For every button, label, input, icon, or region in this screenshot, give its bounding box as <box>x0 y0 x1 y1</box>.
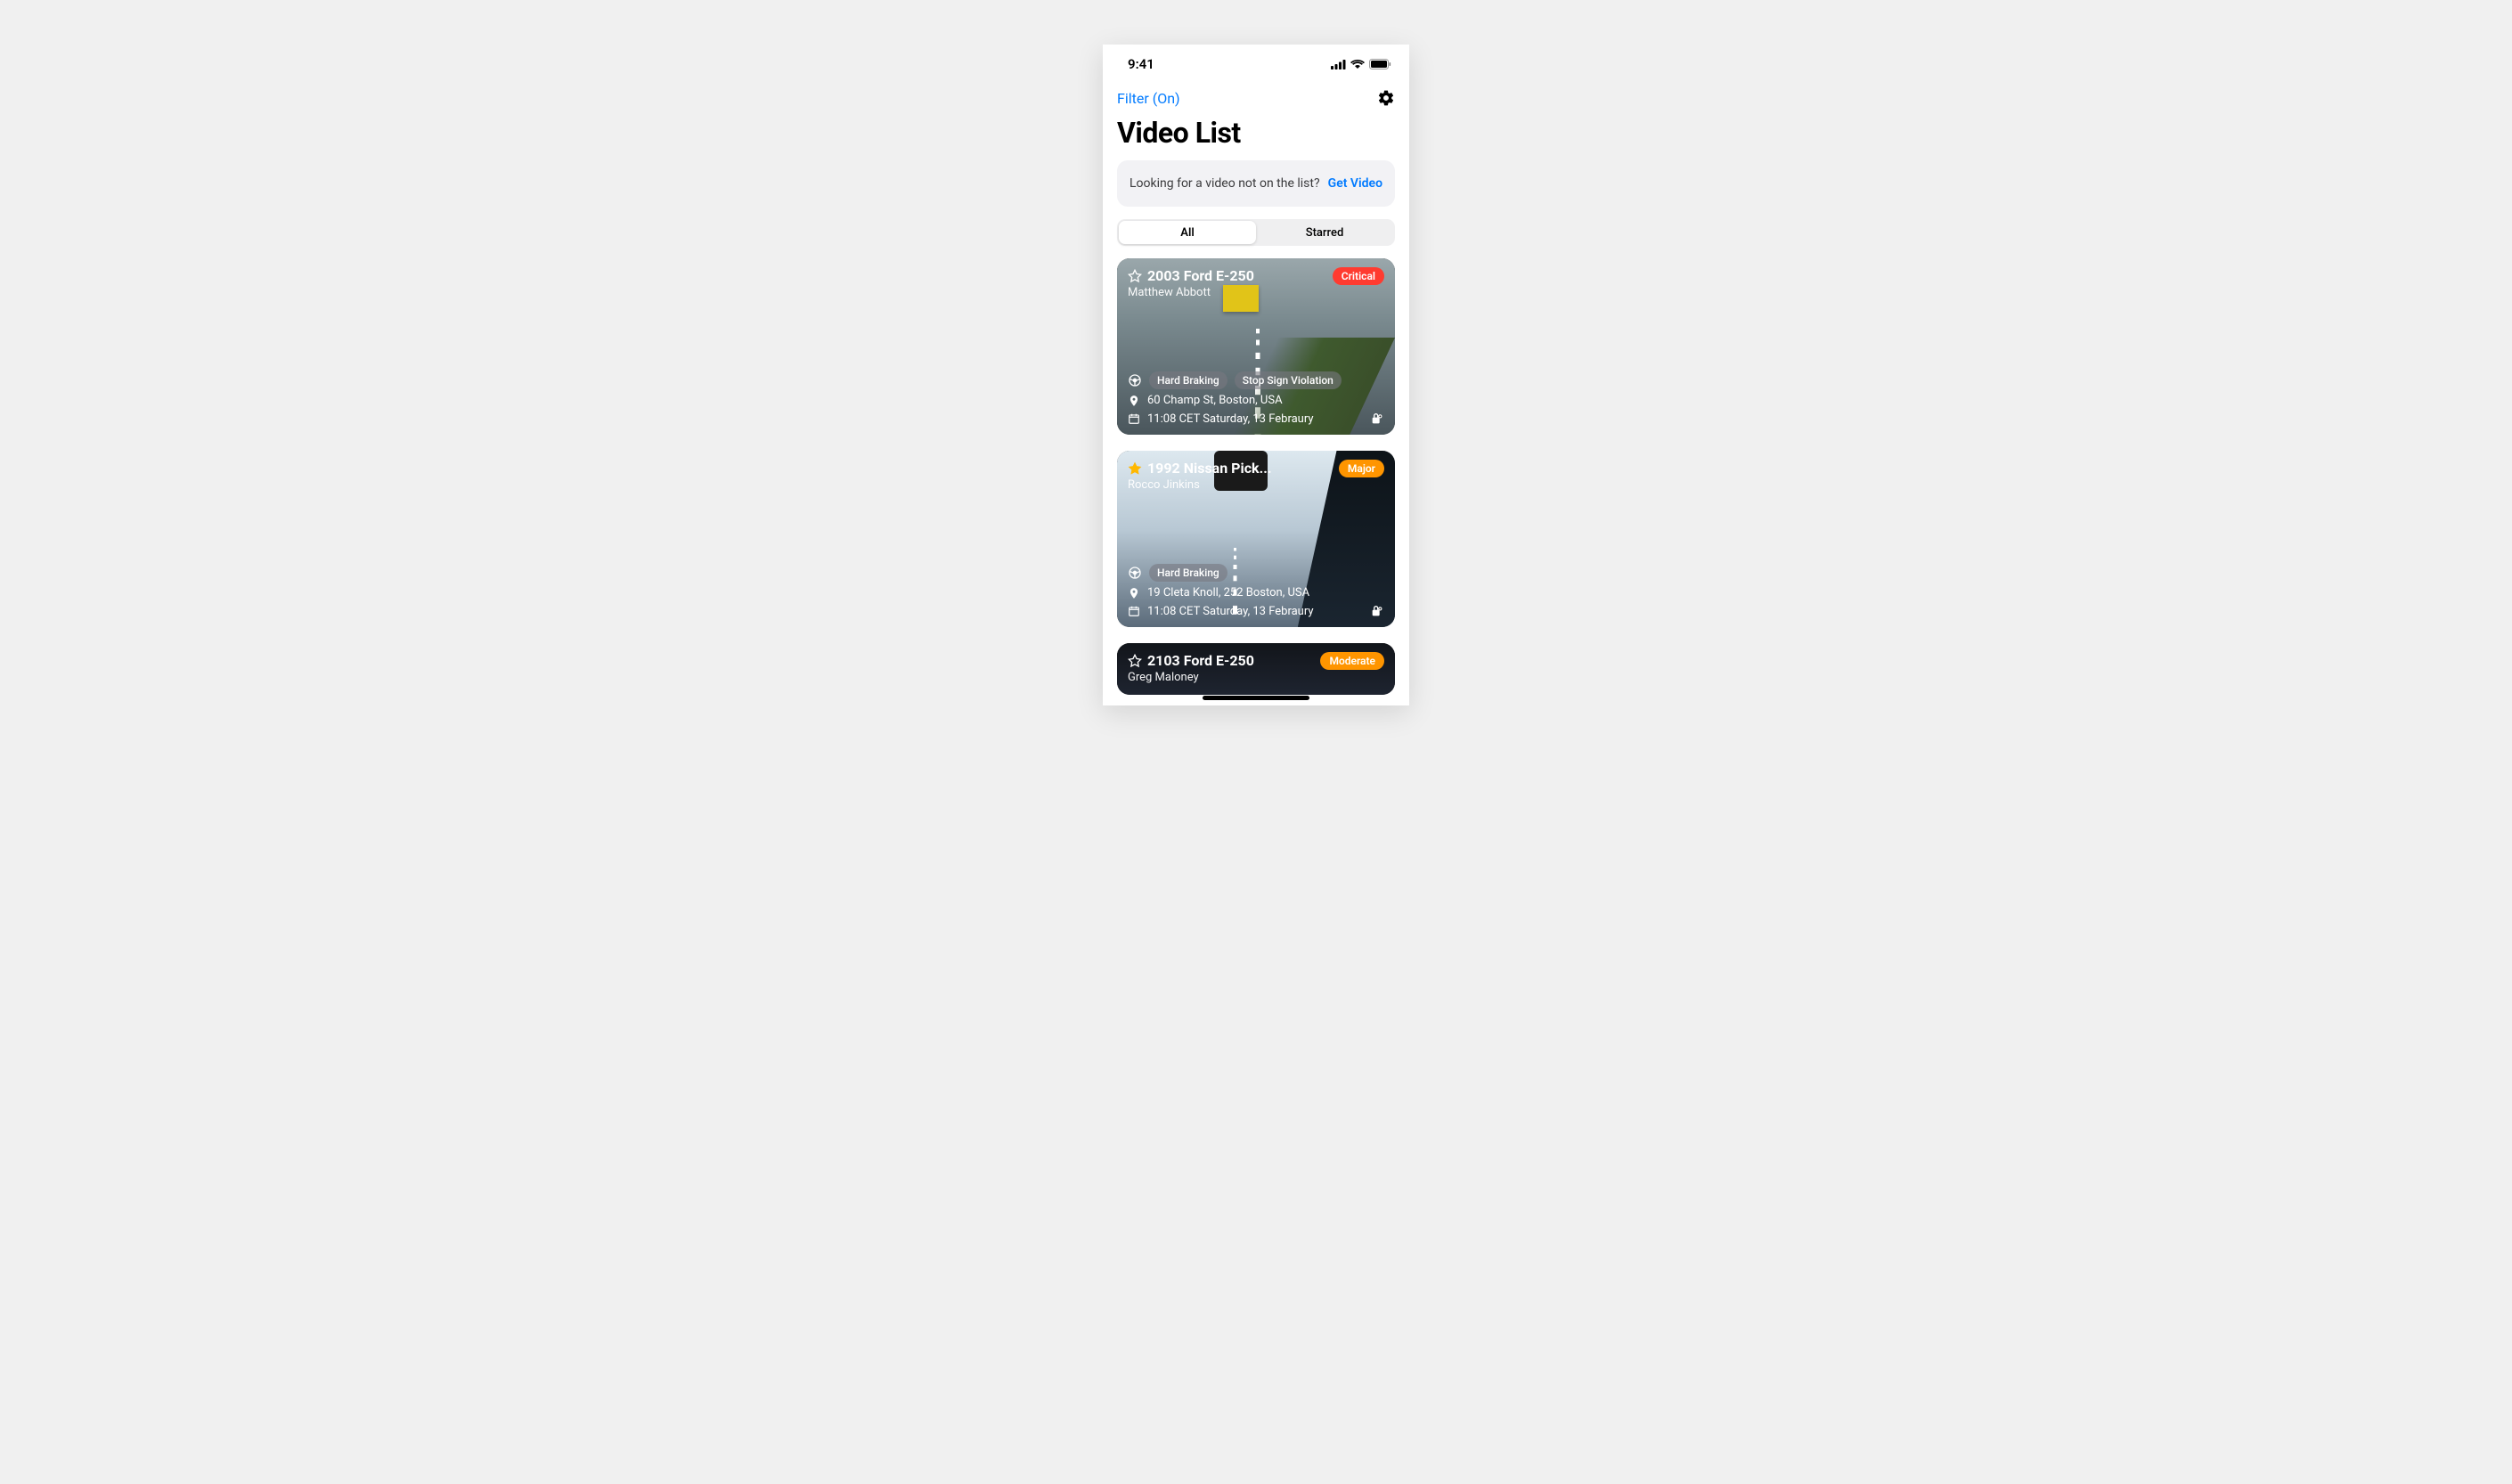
card-overlay: 2003 Ford E-250 Matthew Abbott Critical … <box>1117 258 1395 435</box>
steering-wheel-icon <box>1128 373 1142 387</box>
filter-link[interactable]: Filter (On) <box>1117 90 1180 107</box>
banner-text: Looking for a video not on the list? <box>1130 176 1320 191</box>
severity-badge: Major <box>1339 460 1384 477</box>
status-time: 9:41 <box>1128 56 1154 72</box>
info-banner: Looking for a video not on the list? Get… <box>1117 160 1395 207</box>
lock-icon <box>1370 604 1384 618</box>
event-tag: Hard Braking <box>1149 371 1227 389</box>
battery-icon <box>1369 59 1391 69</box>
video-location: 60 Champ St, Boston, USA <box>1147 394 1283 407</box>
cellular-icon <box>1331 60 1346 69</box>
home-indicator <box>1203 696 1309 700</box>
video-card[interactable]: 2003 Ford E-250 Matthew Abbott Critical … <box>1117 258 1395 435</box>
video-driver: Greg Maloney <box>1128 671 1254 684</box>
video-driver: Matthew Abbott <box>1128 286 1254 299</box>
video-location: 19 Cleta Knoll, 252 Boston, USA <box>1147 586 1309 599</box>
calendar-icon <box>1128 412 1140 425</box>
phone-frame: 9:41 Filter (On) Video List Looking for … <box>1103 45 1409 705</box>
video-driver: Rocco Jinkins <box>1128 478 1272 492</box>
star-filled-icon[interactable] <box>1128 461 1142 476</box>
event-tag: Stop Sign Violation <box>1235 371 1342 389</box>
location-pin-icon <box>1128 395 1140 407</box>
segmented-control: All Starred <box>1117 219 1395 246</box>
gear-icon[interactable] <box>1377 89 1395 107</box>
video-title: 2003 Ford E-250 <box>1147 267 1254 284</box>
video-list: 2003 Ford E-250 Matthew Abbott Critical … <box>1103 258 1409 695</box>
severity-badge: Critical <box>1333 267 1384 285</box>
header: Filter (On) <box>1103 84 1409 112</box>
star-outline-icon[interactable] <box>1128 654 1142 668</box>
get-video-link[interactable]: Get Video <box>1328 176 1382 191</box>
calendar-icon <box>1128 605 1140 617</box>
status-bar: 9:41 <box>1103 45 1409 84</box>
tab-all[interactable]: All <box>1119 221 1256 244</box>
video-card[interactable]: 1992 Nissan Pick... Rocco Jinkins Major … <box>1117 451 1395 627</box>
status-icons <box>1331 59 1391 69</box>
title-row: Video List <box>1103 112 1409 160</box>
star-outline-icon[interactable] <box>1128 269 1142 283</box>
page-title: Video List <box>1117 116 1395 150</box>
event-tag: Hard Braking <box>1149 564 1227 582</box>
steering-wheel-icon <box>1128 566 1142 580</box>
video-datetime: 11:08 CET Saturday, 13 Febraury <box>1147 412 1314 426</box>
severity-badge: Moderate <box>1320 652 1384 670</box>
location-pin-icon <box>1128 587 1140 599</box>
video-title: 1992 Nissan Pick... <box>1147 460 1272 477</box>
tab-starred[interactable]: Starred <box>1256 221 1393 244</box>
card-overlay: 2103 Ford E-250 Greg Maloney Moderate <box>1117 643 1395 695</box>
video-title: 2103 Ford E-250 <box>1147 652 1254 669</box>
scroll-area[interactable]: Looking for a video not on the list? Get… <box>1103 160 1409 705</box>
lock-icon <box>1370 412 1384 426</box>
card-overlay: 1992 Nissan Pick... Rocco Jinkins Major … <box>1117 451 1395 627</box>
video-datetime: 11:08 CET Saturday, 13 Febraury <box>1147 605 1314 618</box>
wifi-icon <box>1350 60 1365 69</box>
video-card[interactable]: 2103 Ford E-250 Greg Maloney Moderate <box>1117 643 1395 695</box>
